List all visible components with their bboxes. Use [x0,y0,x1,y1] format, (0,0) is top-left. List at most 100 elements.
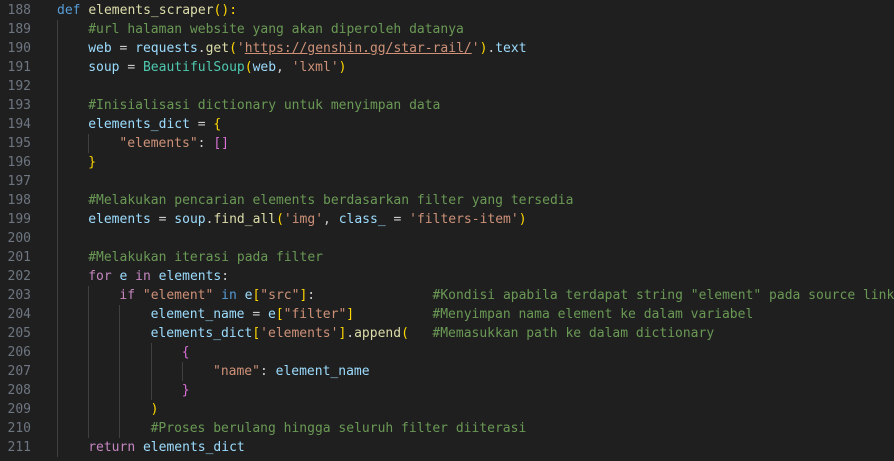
line-number: 206 [7,345,31,360]
code-token-bracket-1: ) [338,60,347,75]
code-token-function: append [354,326,402,341]
indent-guide [88,381,90,400]
line-number: 189 [7,22,31,37]
indent-guide [88,400,90,419]
code-token-variable: elements_dict [88,117,190,132]
code-line[interactable]: 198 #Melakukan pencarian elements berdasa… [0,191,894,210]
code-text: #Proses berulang hingga seluruh filter d… [151,419,527,438]
code-line[interactable]: 192 [0,77,894,96]
code-token-bracket-1: ( [401,326,409,341]
code-line[interactable]: 200 [0,229,894,248]
code-text: element_name = e["filter"] #Menyimpan na… [151,305,754,324]
indent-guide [57,229,58,248]
code-line[interactable]: 194 elements_dict = { [0,115,894,134]
code-line[interactable]: 201 #Melakukan iterasi pada filter [0,248,894,267]
code-line[interactable]: 189 #url halaman website yang akan dipero… [0,20,894,39]
code-token-bracket-1: ( [276,212,284,227]
code-line[interactable]: 193 #Inisialisasi dictionary untuk menyim… [0,96,894,115]
code-token-keyword: def [57,3,81,18]
code-line[interactable]: 199 elements = soup.find_all('img', class… [0,210,894,229]
line-number: 208 [7,383,31,398]
code-token-bracket-1: ( [229,41,237,56]
code-token-variable: element_name [275,364,370,379]
code-line[interactable]: 197 [0,172,894,191]
code-line[interactable]: 208} [0,381,894,400]
code-text: elements_dict = { [88,115,221,134]
code-token-url: https://genshin.gg/star-rail/ [244,41,472,56]
code-token-bracket-2: } [181,383,190,398]
indent-guide [57,438,58,457]
code-token-plain: = [244,307,268,322]
code-text: soup = BeautifulSoup(web, 'lxml') [88,58,346,77]
code-line[interactable]: 211 return elements_dict [0,438,894,457]
code-text: #Melakukan iterasi pada filter [88,248,323,267]
indent-guide [88,324,90,343]
code-token-string: ' [236,41,245,56]
code-token-comment: #Melakukan pencarian elements berdasarka… [88,193,574,208]
code-token-bracket-1: ) [150,402,159,417]
line-number: 188 [7,3,31,18]
line-number: 211 [7,440,31,455]
code-line[interactable]: 210 #Proses berulang hingga seluruh filte… [0,419,894,438]
code-token-function: elements_scraper [88,3,214,18]
code-line[interactable]: 205 elements_dict['elements'].append( #Me… [0,324,894,343]
code-token-comment: #Proses berulang hingga seluruh filter d… [150,421,527,436]
code-line[interactable]: 206 { [0,343,894,362]
code-token-variable: soup [88,60,120,75]
code-text: "name": element_name [213,362,370,381]
code-line[interactable]: 204 element_name = e["filter"] #Menyimpan… [0,305,894,324]
code-token-function: get [205,41,230,56]
code-editor[interactable]: 188 def elements_scraper(): 189 #url halama… [0,0,894,461]
line-number: 196 [7,155,31,170]
code-line[interactable]: 209) [0,400,894,419]
code-token-bracket-1: ( [244,60,253,75]
code-line[interactable]: 202 for e in elements: [0,267,894,286]
indent-guide [57,191,58,210]
indent-guide [57,153,58,172]
code-line[interactable]: 207 "name": element_name [0,362,894,381]
indent-guide [88,343,90,362]
code-line[interactable]: 196} [0,153,894,172]
code-line[interactable]: 203 if "element" in e["src"]: #Kondisi ap… [0,286,894,305]
code-token-string: "src" [260,288,300,303]
code-token-plain: , [276,60,292,75]
code-text: "elements": [] [119,134,229,153]
code-token-plain: = [189,117,214,132]
code-token-comment: #Menyimpan nama element ke dalam variabe… [432,307,754,322]
indent-guide [119,419,121,438]
indent-guide [57,362,58,381]
code-token-variable: elements_dict [142,440,245,455]
code-token-comment: #Melakukan iterasi pada filter [88,250,323,265]
code-text: def elements_scraper(): [57,1,237,20]
indent-guide [150,381,152,400]
code-token-plain: : [307,288,316,303]
indent-guide [57,115,58,134]
code-token-comment: #url halaman website yang akan diperoleh… [88,22,464,37]
indent-guide [57,210,58,229]
code-line[interactable]: 191 soup = BeautifulSoup(web, 'lxml') [0,58,894,77]
code-token-plain: = [150,212,175,227]
code-token-control: for [88,269,112,284]
indent-guide [57,419,58,438]
code-text: } [182,381,190,400]
code-line[interactable]: 195 "elements": [] [0,134,894,153]
indent-guide [57,58,58,77]
code-token-variable: elements_dict [150,326,253,341]
code-token-string: ' [471,41,480,56]
indent-guide [57,305,58,324]
indent-guide [119,324,121,343]
indent-guide [150,362,152,381]
code-token-bracket-2: [] [213,136,229,151]
code-token-comment: #Memasukkan path ke dalam dictionary [432,326,715,341]
code-token-plain: : [197,136,214,151]
code-line[interactable]: 190 web = requests.get('https://genshin.g… [0,39,894,58]
code-line[interactable]: 188 def elements_scraper(): [0,1,894,20]
line-number: 194 [7,117,31,132]
code-token-string: 'elements' [260,326,339,341]
